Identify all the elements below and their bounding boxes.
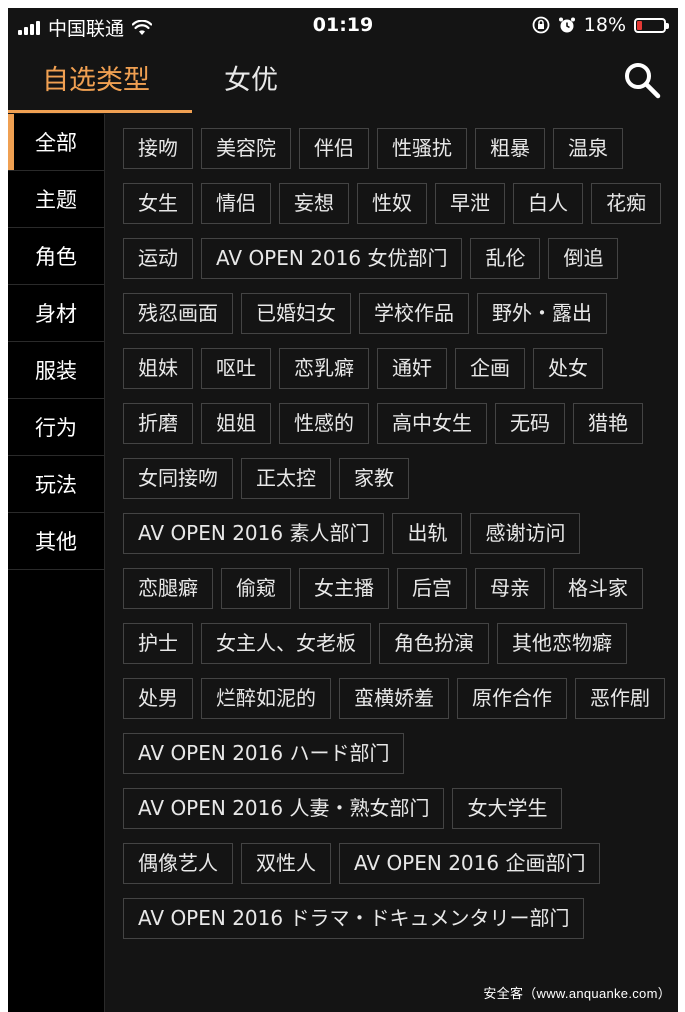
tag-list: 接吻 美容院 伴侣 性骚扰 粗暴 温泉 女生 情侣 妄想 性奴 早泄 白人 花痴 运动 AV OPEN 20… — [123, 128, 668, 939]
tag-chip[interactable]: 女主播 — [299, 568, 389, 609]
tag-chip[interactable]: 姐妹 — [123, 348, 193, 389]
tag-chip[interactable]: 花痴 — [591, 183, 661, 224]
tag-chip[interactable]: 恋腿癖 — [123, 568, 213, 609]
battery-icon — [634, 17, 669, 33]
tag-chip[interactable]: 恋乳癖 — [279, 348, 369, 389]
tag-chip[interactable]: 倒追 — [548, 238, 619, 279]
tag-chip[interactable]: 乱伦 — [470, 238, 541, 279]
tag-chip[interactable]: 妄想 — [279, 183, 349, 224]
tag-chip[interactable]: 女生 — [123, 183, 193, 224]
watermark-text: 安全客（www.anquanke.com） — [483, 986, 671, 1001]
tab-custom-types[interactable]: 自选类型 — [42, 58, 150, 97]
tag-chip[interactable]: AV OPEN 2016 女优部门 — [201, 238, 463, 279]
category-sidebar: 全部 主题 角色 身材 服装 行为 玩法 其他 — [8, 114, 105, 1012]
tag-chip[interactable]: 猎艳 — [573, 403, 643, 444]
sidebar-item-other[interactable]: 其他 — [8, 513, 104, 570]
tag-chip[interactable]: 双性人 — [241, 843, 331, 884]
tag-chip[interactable]: 接吻 — [123, 128, 193, 169]
tag-chip[interactable]: 温泉 — [553, 128, 623, 169]
sidebar-item-play[interactable]: 玩法 — [8, 456, 104, 513]
tag-chip[interactable]: 后宫 — [397, 568, 467, 609]
tag-chip[interactable]: 已婚妇女 — [241, 293, 351, 334]
tag-chip[interactable]: AV OPEN 2016 人妻・熟女部门 — [123, 788, 445, 829]
search-icon[interactable] — [620, 58, 664, 102]
tag-chip[interactable]: AV OPEN 2016 素人部门 — [123, 513, 385, 554]
tag-chip[interactable]: 母亲 — [475, 568, 545, 609]
battery-percent: 18% — [583, 14, 626, 36]
tag-chip[interactable]: 格斗家 — [553, 568, 643, 609]
sidebar-item-role[interactable]: 角色 — [8, 228, 104, 285]
tag-chip[interactable]: 烂醉如泥的 — [201, 678, 331, 719]
tab-actresses[interactable]: 女优 — [224, 58, 278, 97]
tag-chip[interactable]: 性奴 — [357, 183, 427, 224]
top-navigation: 自选类型 女优 — [8, 44, 678, 114]
tag-chip[interactable]: 早泄 — [435, 183, 505, 224]
tag-chip[interactable]: 出轨 — [392, 513, 463, 554]
tag-chip[interactable]: 美容院 — [201, 128, 291, 169]
tag-chip[interactable]: 其他恋物癖 — [497, 623, 627, 664]
tag-chip[interactable]: 性骚扰 — [377, 128, 467, 169]
orientation-lock-icon — [532, 16, 550, 34]
tag-chip[interactable]: 家教 — [339, 458, 409, 499]
tag-chip[interactable]: 残忍画面 — [123, 293, 233, 334]
sidebar-item-all[interactable]: 全部 — [8, 114, 104, 171]
tag-chip[interactable]: AV OPEN 2016 ハード部门 — [123, 733, 405, 774]
tag-chip[interactable]: 无码 — [495, 403, 565, 444]
tag-chip[interactable]: 企画 — [455, 348, 525, 389]
active-tab-indicator — [8, 110, 192, 113]
battery-level-fill — [637, 20, 642, 30]
tag-chip[interactable]: 运动 — [123, 238, 193, 279]
status-bar: 中国联通 01:19 18% — [8, 8, 678, 44]
tag-chip[interactable]: 野外・露出 — [477, 293, 607, 334]
app-screen: 中国联通 01:19 18% 自选类型 女优 全部 主题 角色 身材 服装 行为… — [8, 8, 678, 1012]
tag-chip[interactable]: 蛮横娇羞 — [339, 678, 449, 719]
tag-chip[interactable]: 恶作剧 — [575, 678, 665, 719]
tag-chip[interactable]: 女主人、女老板 — [201, 623, 371, 664]
tag-chip[interactable]: 原作合作 — [457, 678, 567, 719]
tag-chip[interactable]: 偷窥 — [221, 568, 291, 609]
tag-chip[interactable]: 处女 — [533, 348, 603, 389]
tag-chip[interactable]: 角色扮演 — [379, 623, 489, 664]
tag-chip[interactable]: 感谢访问 — [470, 513, 581, 554]
tag-chip[interactable]: 折磨 — [123, 403, 193, 444]
tag-chip[interactable]: 女大学生 — [452, 788, 563, 829]
tag-chip[interactable]: 处男 — [123, 678, 193, 719]
alarm-icon — [558, 17, 575, 33]
sidebar-item-theme[interactable]: 主题 — [8, 171, 104, 228]
sidebar-item-behavior[interactable]: 行为 — [8, 399, 104, 456]
sidebar-item-costume[interactable]: 服装 — [8, 342, 104, 399]
tag-chip[interactable]: AV OPEN 2016 企画部门 — [339, 843, 601, 884]
tag-chip[interactable]: 高中女生 — [377, 403, 487, 444]
tag-chip[interactable]: 白人 — [513, 183, 583, 224]
tag-chip[interactable]: 粗暴 — [475, 128, 545, 169]
tag-chip[interactable]: AV OPEN 2016 ドラマ・ドキュメンタリー部门 — [123, 898, 585, 939]
tag-chip[interactable]: 伴侣 — [299, 128, 369, 169]
tag-chip[interactable]: 女同接吻 — [123, 458, 233, 499]
tag-chip[interactable]: 通奸 — [377, 348, 447, 389]
sidebar-item-body[interactable]: 身材 — [8, 285, 104, 342]
tag-chip[interactable]: 学校作品 — [359, 293, 469, 334]
tag-chip[interactable]: 情侣 — [201, 183, 271, 224]
tag-chip[interactable]: 性感的 — [279, 403, 369, 444]
tag-chip[interactable]: 姐姐 — [201, 403, 271, 444]
tag-chip[interactable]: 护士 — [123, 623, 193, 664]
tag-chip[interactable]: 正太控 — [241, 458, 331, 499]
tag-chip[interactable]: 偶像艺人 — [123, 843, 233, 884]
status-bar-right: 18% — [532, 14, 669, 36]
tag-chip[interactable]: 呕吐 — [201, 348, 271, 389]
